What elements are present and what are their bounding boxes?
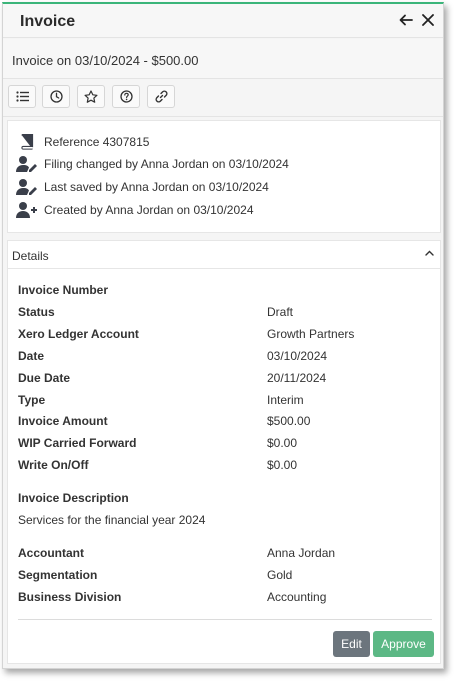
field-date: Date 03/10/2024 bbox=[18, 349, 328, 363]
field-invoice-number: Invoice Number bbox=[18, 283, 109, 297]
back-button[interactable] bbox=[396, 10, 416, 30]
invoice-description-value: Services for the financial year 2024 bbox=[18, 513, 206, 527]
activity-history: Reference 4307815 Filing changed by Anna… bbox=[7, 120, 441, 233]
field-accountant: Accountant Anna Jordan bbox=[18, 546, 336, 560]
list-button[interactable] bbox=[8, 85, 36, 108]
field-invoice-description-label: Invoice Description bbox=[18, 491, 129, 505]
history-item-last-saved: Last saved by Anna Jordan on 03/10/2024 bbox=[16, 177, 269, 197]
field-segmentation: Segmentation Gold bbox=[18, 568, 293, 582]
user-edit-icon bbox=[16, 155, 38, 173]
clock-icon bbox=[49, 90, 63, 103]
link-icon bbox=[154, 90, 168, 103]
arrow-left-icon bbox=[399, 14, 413, 26]
window-title: Invoice bbox=[20, 13, 76, 30]
subtitle-row: Invoice on 03/10/2024 - $500.00 bbox=[3, 39, 443, 79]
favorite-button[interactable] bbox=[77, 85, 105, 108]
details-section: Details Invoice Number Status Draft Xero… bbox=[7, 240, 441, 664]
invoice-subtitle: Invoice on 03/10/2024 - $500.00 bbox=[12, 53, 199, 68]
help-button[interactable] bbox=[112, 85, 140, 108]
field-wip-carried-forward: WIP Carried Forward $0.00 bbox=[18, 436, 298, 450]
history-item-reference: Reference 4307815 bbox=[16, 132, 149, 152]
field-business-division: Business Division Accounting bbox=[18, 590, 327, 604]
book-icon bbox=[16, 133, 38, 151]
field-status: Status Draft bbox=[18, 305, 294, 319]
title-bar: Invoice bbox=[3, 4, 443, 38]
field-type: Type Interim bbox=[18, 393, 304, 407]
star-icon bbox=[84, 90, 98, 103]
details-title: Details bbox=[12, 249, 49, 263]
edit-button[interactable]: Edit bbox=[333, 631, 370, 657]
close-button[interactable] bbox=[418, 10, 438, 30]
approve-button[interactable]: Approve bbox=[373, 631, 434, 657]
divider bbox=[18, 619, 432, 620]
invoice-panel: Invoice Invoice on 03/10/2024 - $500.00 bbox=[2, 2, 444, 669]
history-item-filing-changed: Filing changed by Anna Jordan on 03/10/2… bbox=[16, 154, 289, 174]
list-icon bbox=[15, 91, 29, 102]
help-icon bbox=[119, 90, 133, 103]
user-add-icon bbox=[16, 201, 38, 219]
details-header[interactable]: Details bbox=[8, 241, 440, 269]
field-invoice-amount: Invoice Amount $500.00 bbox=[18, 414, 311, 428]
field-due-date: Due Date 20/11/2024 bbox=[18, 371, 327, 385]
history-button[interactable] bbox=[42, 85, 70, 108]
chevron-up-icon bbox=[425, 250, 434, 256]
field-write-on-off: Write On/Off $0.00 bbox=[18, 458, 298, 472]
toolbar bbox=[3, 79, 443, 117]
user-edit-icon bbox=[16, 178, 38, 196]
history-item-created: Created by Anna Jordan on 03/10/2024 bbox=[16, 200, 254, 220]
close-icon bbox=[422, 14, 434, 26]
field-xero-ledger-account: Xero Ledger Account Growth Partners bbox=[18, 327, 355, 341]
link-button[interactable] bbox=[147, 85, 175, 108]
